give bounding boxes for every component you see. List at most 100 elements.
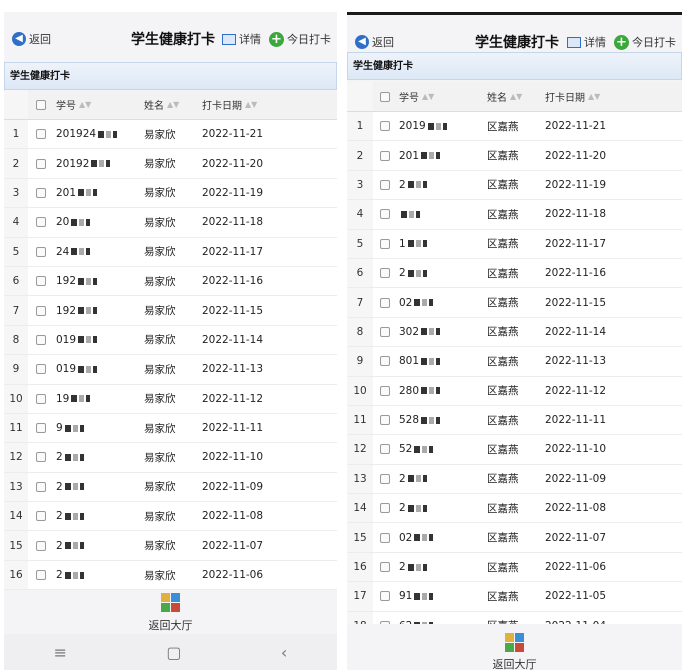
table-row[interactable]: 7 02 区嘉燕 2022-11-15 bbox=[347, 288, 682, 318]
table-row[interactable]: 5 24 易家欣 2022-11-17 bbox=[4, 237, 337, 267]
row-checkbox[interactable] bbox=[373, 347, 397, 375]
return-hall-button[interactable]: 返回大厅 bbox=[347, 632, 682, 670]
top-bar: ◀ 返回 学生健康打卡 详情 + 今日打卡 bbox=[4, 18, 337, 60]
column-header-id[interactable]: 学号 ▲▼ bbox=[399, 82, 483, 111]
table-row[interactable]: 4 区嘉燕 2022-11-18 bbox=[347, 200, 682, 230]
table-row[interactable]: 6 2 区嘉燕 2022-11-16 bbox=[347, 258, 682, 289]
back-arrow-icon: ◀ bbox=[12, 32, 26, 46]
row-checkbox[interactable] bbox=[28, 179, 54, 207]
row-checkbox[interactable] bbox=[28, 473, 54, 501]
row-checkbox[interactable] bbox=[373, 141, 397, 169]
table-row[interactable]: 9 801 区嘉燕 2022-11-13 bbox=[347, 347, 682, 377]
student-id-cell: 2 bbox=[56, 531, 142, 559]
row-checkbox[interactable] bbox=[373, 200, 397, 228]
table-row[interactable]: 3 201 易家欣 2022-11-19 bbox=[4, 178, 337, 209]
table-row[interactable]: 6 192 易家欣 2022-11-16 bbox=[4, 266, 337, 297]
menu-icon[interactable]: ≡ bbox=[54, 643, 67, 662]
table-row[interactable]: 2 20192 易家欣 2022-11-20 bbox=[4, 149, 337, 179]
row-checkbox[interactable] bbox=[373, 582, 397, 610]
table-row[interactable]: 18 62区嘉燕 2022-11-04 bbox=[347, 611, 682, 624]
table-row[interactable]: 1 201924 易家欣 2022-11-21 bbox=[4, 120, 337, 150]
row-checkbox[interactable] bbox=[373, 523, 397, 551]
detail-button[interactable]: 详情 bbox=[567, 34, 606, 50]
row-checkbox[interactable] bbox=[28, 502, 54, 530]
row-checkbox[interactable] bbox=[28, 238, 54, 266]
row-checkbox[interactable] bbox=[28, 355, 54, 383]
hall-icon bbox=[505, 633, 524, 652]
row-checkbox[interactable] bbox=[373, 171, 397, 199]
row-checkbox[interactable] bbox=[373, 612, 397, 624]
table-row[interactable]: 10 280 区嘉燕 2022-11-12 bbox=[347, 376, 682, 406]
table-row[interactable]: 15 02 区嘉燕 2022-11-07 bbox=[347, 523, 682, 553]
student-name-cell: 易家欣 bbox=[144, 569, 176, 582]
student-id-cell: 2 bbox=[56, 473, 142, 501]
select-all-checkbox[interactable] bbox=[28, 90, 54, 119]
row-checkbox[interactable] bbox=[28, 443, 54, 471]
row-checkbox[interactable] bbox=[28, 561, 54, 589]
table-row[interactable]: 16 2 区嘉燕 2022-11-06 bbox=[347, 552, 682, 583]
table-row[interactable]: 11 9 易家欣 2022-11-11 bbox=[4, 413, 337, 444]
row-checkbox[interactable] bbox=[373, 259, 397, 287]
table-row[interactable]: 16 2 易家欣 2022-11-06 bbox=[4, 560, 337, 590]
back-nav-icon[interactable]: ‹ bbox=[281, 643, 287, 662]
checkin-date-cell: 2022-11-12 bbox=[545, 384, 607, 397]
table-row[interactable]: 3 2 区嘉燕 2022-11-19 bbox=[347, 170, 682, 201]
column-header-name[interactable]: 姓名 ▲▼ bbox=[144, 90, 198, 119]
row-checkbox[interactable] bbox=[373, 465, 397, 493]
student-id-cell: 201 bbox=[56, 179, 142, 207]
table-row[interactable]: 11 528 区嘉燕 2022-11-11 bbox=[347, 405, 682, 436]
return-hall-button[interactable]: 返回大厅 bbox=[4, 592, 337, 633]
select-all-checkbox[interactable] bbox=[373, 82, 397, 111]
row-number: 9 bbox=[4, 355, 28, 384]
row-checkbox[interactable] bbox=[373, 406, 397, 434]
table-row[interactable]: 8 302 区嘉燕 2022-11-14 bbox=[347, 317, 682, 348]
row-checkbox[interactable] bbox=[28, 326, 54, 354]
table-row[interactable]: 5 1 区嘉燕 2022-11-17 bbox=[347, 229, 682, 259]
today-checkin-button[interactable]: + 今日打卡 bbox=[614, 34, 676, 50]
table-row[interactable]: 10 19 易家欣 2022-11-12 bbox=[4, 384, 337, 414]
home-icon[interactable]: ▢ bbox=[166, 643, 181, 662]
table-row[interactable]: 17 91 区嘉燕 2022-11-05 bbox=[347, 582, 682, 612]
row-checkbox[interactable] bbox=[373, 377, 397, 405]
column-header-date[interactable]: 打卡日期 ▲▼ bbox=[545, 82, 665, 111]
row-checkbox[interactable] bbox=[28, 296, 54, 324]
detail-button[interactable]: 详情 bbox=[222, 31, 261, 47]
table-row[interactable]: 7 192 易家欣 2022-11-15 bbox=[4, 296, 337, 326]
table-row[interactable]: 9 019 易家欣 2022-11-13 bbox=[4, 355, 337, 385]
student-name-cell: 易家欣 bbox=[144, 334, 176, 347]
table-row[interactable]: 12 52 区嘉燕 2022-11-10 bbox=[347, 435, 682, 465]
table-row[interactable]: 14 2 区嘉燕 2022-11-08 bbox=[347, 494, 682, 524]
row-checkbox[interactable] bbox=[28, 385, 54, 413]
table-row[interactable]: 13 2 区嘉燕 2022-11-09 bbox=[347, 464, 682, 495]
table-row[interactable]: 15 2 易家欣 2022-11-07 bbox=[4, 531, 337, 561]
column-header-id[interactable]: 学号 ▲▼ bbox=[56, 90, 140, 119]
column-header-date[interactable]: 打卡日期 ▲▼ bbox=[202, 90, 322, 119]
row-checkbox[interactable] bbox=[28, 531, 54, 559]
row-checkbox[interactable] bbox=[28, 414, 54, 442]
table-row[interactable]: 13 2 易家欣 2022-11-09 bbox=[4, 472, 337, 503]
row-checkbox[interactable] bbox=[373, 494, 397, 522]
back-button[interactable]: ◀ 返回 bbox=[355, 34, 394, 50]
table-row[interactable]: 1 2019 区嘉燕 2022-11-21 bbox=[347, 112, 682, 142]
row-checkbox[interactable] bbox=[373, 112, 397, 140]
detail-label: 详情 bbox=[584, 36, 606, 49]
column-header-name[interactable]: 姓名 ▲▼ bbox=[487, 82, 541, 111]
row-number: 6 bbox=[4, 266, 28, 296]
table-row[interactable]: 2 201 区嘉燕 2022-11-20 bbox=[347, 141, 682, 171]
table-row[interactable]: 12 2 易家欣 2022-11-10 bbox=[4, 443, 337, 473]
row-checkbox[interactable] bbox=[373, 288, 397, 316]
row-checkbox[interactable] bbox=[373, 318, 397, 346]
today-checkin-button[interactable]: + 今日打卡 bbox=[269, 31, 331, 47]
table-row[interactable]: 8 019 易家欣 2022-11-14 bbox=[4, 325, 337, 356]
row-checkbox[interactable] bbox=[373, 435, 397, 463]
back-button[interactable]: ◀ 返回 bbox=[12, 31, 51, 47]
row-checkbox[interactable] bbox=[373, 553, 397, 581]
table-row[interactable]: 4 20 易家欣 2022-11-18 bbox=[4, 208, 337, 238]
student-name-cell: 区嘉燕 bbox=[487, 297, 519, 310]
table-row[interactable]: 14 2 易家欣 2022-11-08 bbox=[4, 502, 337, 532]
row-checkbox[interactable] bbox=[28, 120, 54, 148]
row-checkbox[interactable] bbox=[28, 149, 54, 177]
row-checkbox[interactable] bbox=[28, 208, 54, 236]
row-checkbox[interactable] bbox=[28, 267, 54, 295]
row-checkbox[interactable] bbox=[373, 230, 397, 258]
